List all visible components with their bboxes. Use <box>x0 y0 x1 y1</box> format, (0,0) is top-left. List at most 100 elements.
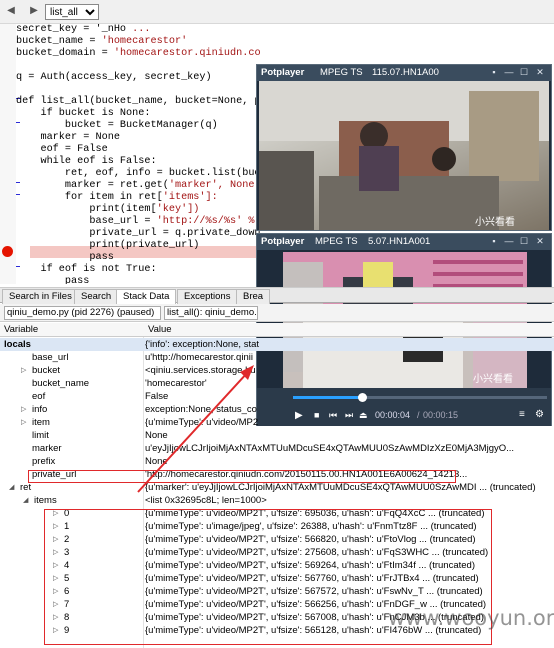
code-line[interactable]: base_url = 'http://%s/%s' % ( <box>16 216 260 228</box>
code-string: 'marker', None) <box>168 180 260 191</box>
variable-row[interactable]: limit None <box>0 429 554 442</box>
tab-stack-data[interactable]: Stack Data <box>116 289 177 304</box>
player-titlebar[interactable]: Potplayer MPEG TS 5.07.HN1A001 ▪ — ☐ ✕ <box>257 234 551 250</box>
code-string: 'key']) <box>156 204 200 215</box>
code-line[interactable] <box>16 84 260 96</box>
code-line[interactable]: ret, eof, info = bucket.list(bucke <box>16 168 260 180</box>
code-text: pass <box>16 276 90 284</box>
variable-name: marker <box>32 443 62 454</box>
code-text: q = Auth(access_key, secret_key) <box>16 72 212 83</box>
code-string: 'homecarestor' <box>101 36 188 47</box>
code-line[interactable]: pass <box>16 276 260 284</box>
tab-breakpoints[interactable]: Brea <box>236 289 271 304</box>
code-text: if eof is not True: <box>16 264 157 275</box>
code-text: ret, eof, info = bucket.list(bucke <box>16 168 260 179</box>
code-line[interactable]: secret_key = '_nHo ... <box>16 24 260 36</box>
code-text: print(private_url) <box>16 240 200 251</box>
variable-name: locals <box>4 339 31 350</box>
expand-icon[interactable]: ▷ <box>21 364 26 377</box>
step-forward-icon[interactable]: ▶ <box>28 5 40 17</box>
video-frame[interactable]: 小兴看看 <box>259 81 549 230</box>
code-line[interactable]: private_url = q.private_downlo <box>16 228 260 240</box>
tab-search-in-files[interactable]: Search in Files <box>2 289 79 304</box>
step-back-icon[interactable]: ◀ <box>5 5 17 17</box>
code-line[interactable]: while eof is False: <box>16 156 260 168</box>
variable-row[interactable]: ▷ item {u'mimeType': u'video/MP2 <box>0 416 554 429</box>
player-app-name[interactable]: Potplayer <box>261 65 304 81</box>
variable-column-header[interactable]: Variable <box>4 324 38 335</box>
code-line[interactable]: bucket = BucketManager(q) <box>16 120 260 132</box>
variable-row[interactable]: ▷ info exception:None, status_co <box>0 403 554 416</box>
expand-icon[interactable]: ▷ <box>21 416 26 429</box>
variable-row[interactable]: eof False <box>0 390 554 403</box>
code-line[interactable]: bucket_name = 'homecarestor' <box>16 36 260 48</box>
code-line[interactable]: if bucket is None: <box>16 108 260 120</box>
player-format: MPEG TS <box>315 236 358 247</box>
player-format: MPEG TS <box>320 67 363 78</box>
code-line[interactable]: pass <box>16 252 260 264</box>
code-line[interactable]: marker = ret.get('marker', None) <box>16 180 260 192</box>
stack-selectors: qiniu_demo.py (pid 2276) (paused) list_a… <box>0 304 554 322</box>
code-string: 'homecarestor.qiniudn.com' <box>113 48 260 59</box>
variable-row[interactable]: bucket_name'homecarestor' <box>0 377 554 390</box>
process-selector[interactable]: qiniu_demo.py (pid 2276) (paused) <box>4 306 161 320</box>
close-icon[interactable]: ✕ <box>533 66 547 79</box>
variable-name: items <box>34 495 57 506</box>
code-line[interactable]: for item in ret['items']: <box>16 192 260 204</box>
debug-toolbar: ◀ ▶ list_all <box>0 0 554 24</box>
minimize-icon[interactable]: — <box>502 66 516 79</box>
code-text: for item in ret[ <box>16 192 163 203</box>
code-text: bucket_domain = <box>16 48 114 59</box>
variable-value: {'info': exception:None, stat <box>145 339 260 350</box>
pin-icon[interactable]: ▪ <box>487 235 501 248</box>
function-dropdown[interactable]: list_all <box>45 4 99 20</box>
code-text: pass <box>16 252 114 263</box>
expand-icon[interactable]: ◢ <box>9 481 14 494</box>
variable-name: prefix <box>32 456 56 467</box>
variable-name: item <box>32 417 50 428</box>
maximize-icon[interactable]: ☐ <box>517 66 531 79</box>
editor-gutter[interactable] <box>0 24 16 284</box>
code-text: marker = ret.get( <box>16 180 169 191</box>
pin-icon[interactable]: ▪ <box>487 66 501 79</box>
variables-header: Variable Value <box>0 323 554 337</box>
code-text: private_url = q.private_downlo <box>16 228 260 239</box>
debug-tabs: Search in Files Search Stack Data Except… <box>0 287 554 304</box>
breakpoint-icon[interactable] <box>2 246 13 257</box>
code-line[interactable] <box>16 60 260 72</box>
code-line[interactable]: marker = None <box>16 132 260 144</box>
player-titlebar[interactable]: Potplayer MPEG TS 115.07.HN1A00 ▪ — ☐ ✕ <box>257 65 551 81</box>
code-line[interactable]: print(item['key']) <box>16 204 260 216</box>
maximize-icon[interactable]: ☐ <box>517 235 531 248</box>
variable-name: bucket <box>32 365 60 376</box>
code-editor[interactable]: secret_key = '_nHo ... bucket_name = 'hom… <box>0 24 260 284</box>
variable-row[interactable]: prefix None <box>0 455 554 468</box>
variable-row[interactable]: ◢locals{'info': exception:None, stat <box>0 338 554 351</box>
code-text: while eof is False: <box>16 156 157 167</box>
code-line[interactable]: if eof is not True: <box>16 264 260 276</box>
value-column-header[interactable]: Value <box>148 324 172 335</box>
player-app-name[interactable]: Potplayer <box>261 234 304 250</box>
code-string: 'http://%s/%s' % ( <box>156 216 260 227</box>
code-line[interactable]: print(private_url) <box>16 240 260 252</box>
tab-search[interactable]: Search <box>74 289 119 304</box>
close-icon[interactable]: ✕ <box>533 235 547 248</box>
code-line[interactable]: def list_all(bucket_name, bucket=None, p… <box>16 96 260 108</box>
variable-row[interactable]: ▷ bucket <qiniu.services.storage.bu <box>0 364 554 377</box>
code-line[interactable]: q = Auth(access_key, secret_key) <box>16 72 260 84</box>
player-file-name: 115.07.HN1A00 <box>372 67 439 78</box>
video-watermark: 小兴看看 <box>475 217 515 228</box>
potplayer-window-1[interactable]: Potplayer MPEG TS 115.07.HN1A00 ▪ — ☐ ✕ … <box>256 64 552 231</box>
tab-exceptions[interactable]: Exceptions <box>177 289 238 304</box>
expand-icon[interactable]: ◢ <box>23 494 28 507</box>
code-line[interactable]: bucket_domain = 'homecarestor.qiniudn.co… <box>16 48 260 60</box>
variable-row[interactable]: marker u'eyJjIjowLCJrIjoiMjAxNTAxMTUuMDcu… <box>0 442 554 455</box>
code-text: if bucket is None: <box>16 108 151 119</box>
frame-selector[interactable]: list_all(): qiniu_demo.py, l <box>164 306 258 320</box>
code-line[interactable]: eof = False <box>16 144 260 156</box>
expand-icon[interactable]: ▷ <box>21 403 26 416</box>
variable-row[interactable]: ◢ items <list 0x32695c8L; len=1000> <box>0 494 554 507</box>
variable-row[interactable]: base_url u'http://homecarestor.qinii <box>0 351 554 364</box>
code-string: 'items']: <box>162 192 218 203</box>
minimize-icon[interactable]: — <box>502 235 516 248</box>
